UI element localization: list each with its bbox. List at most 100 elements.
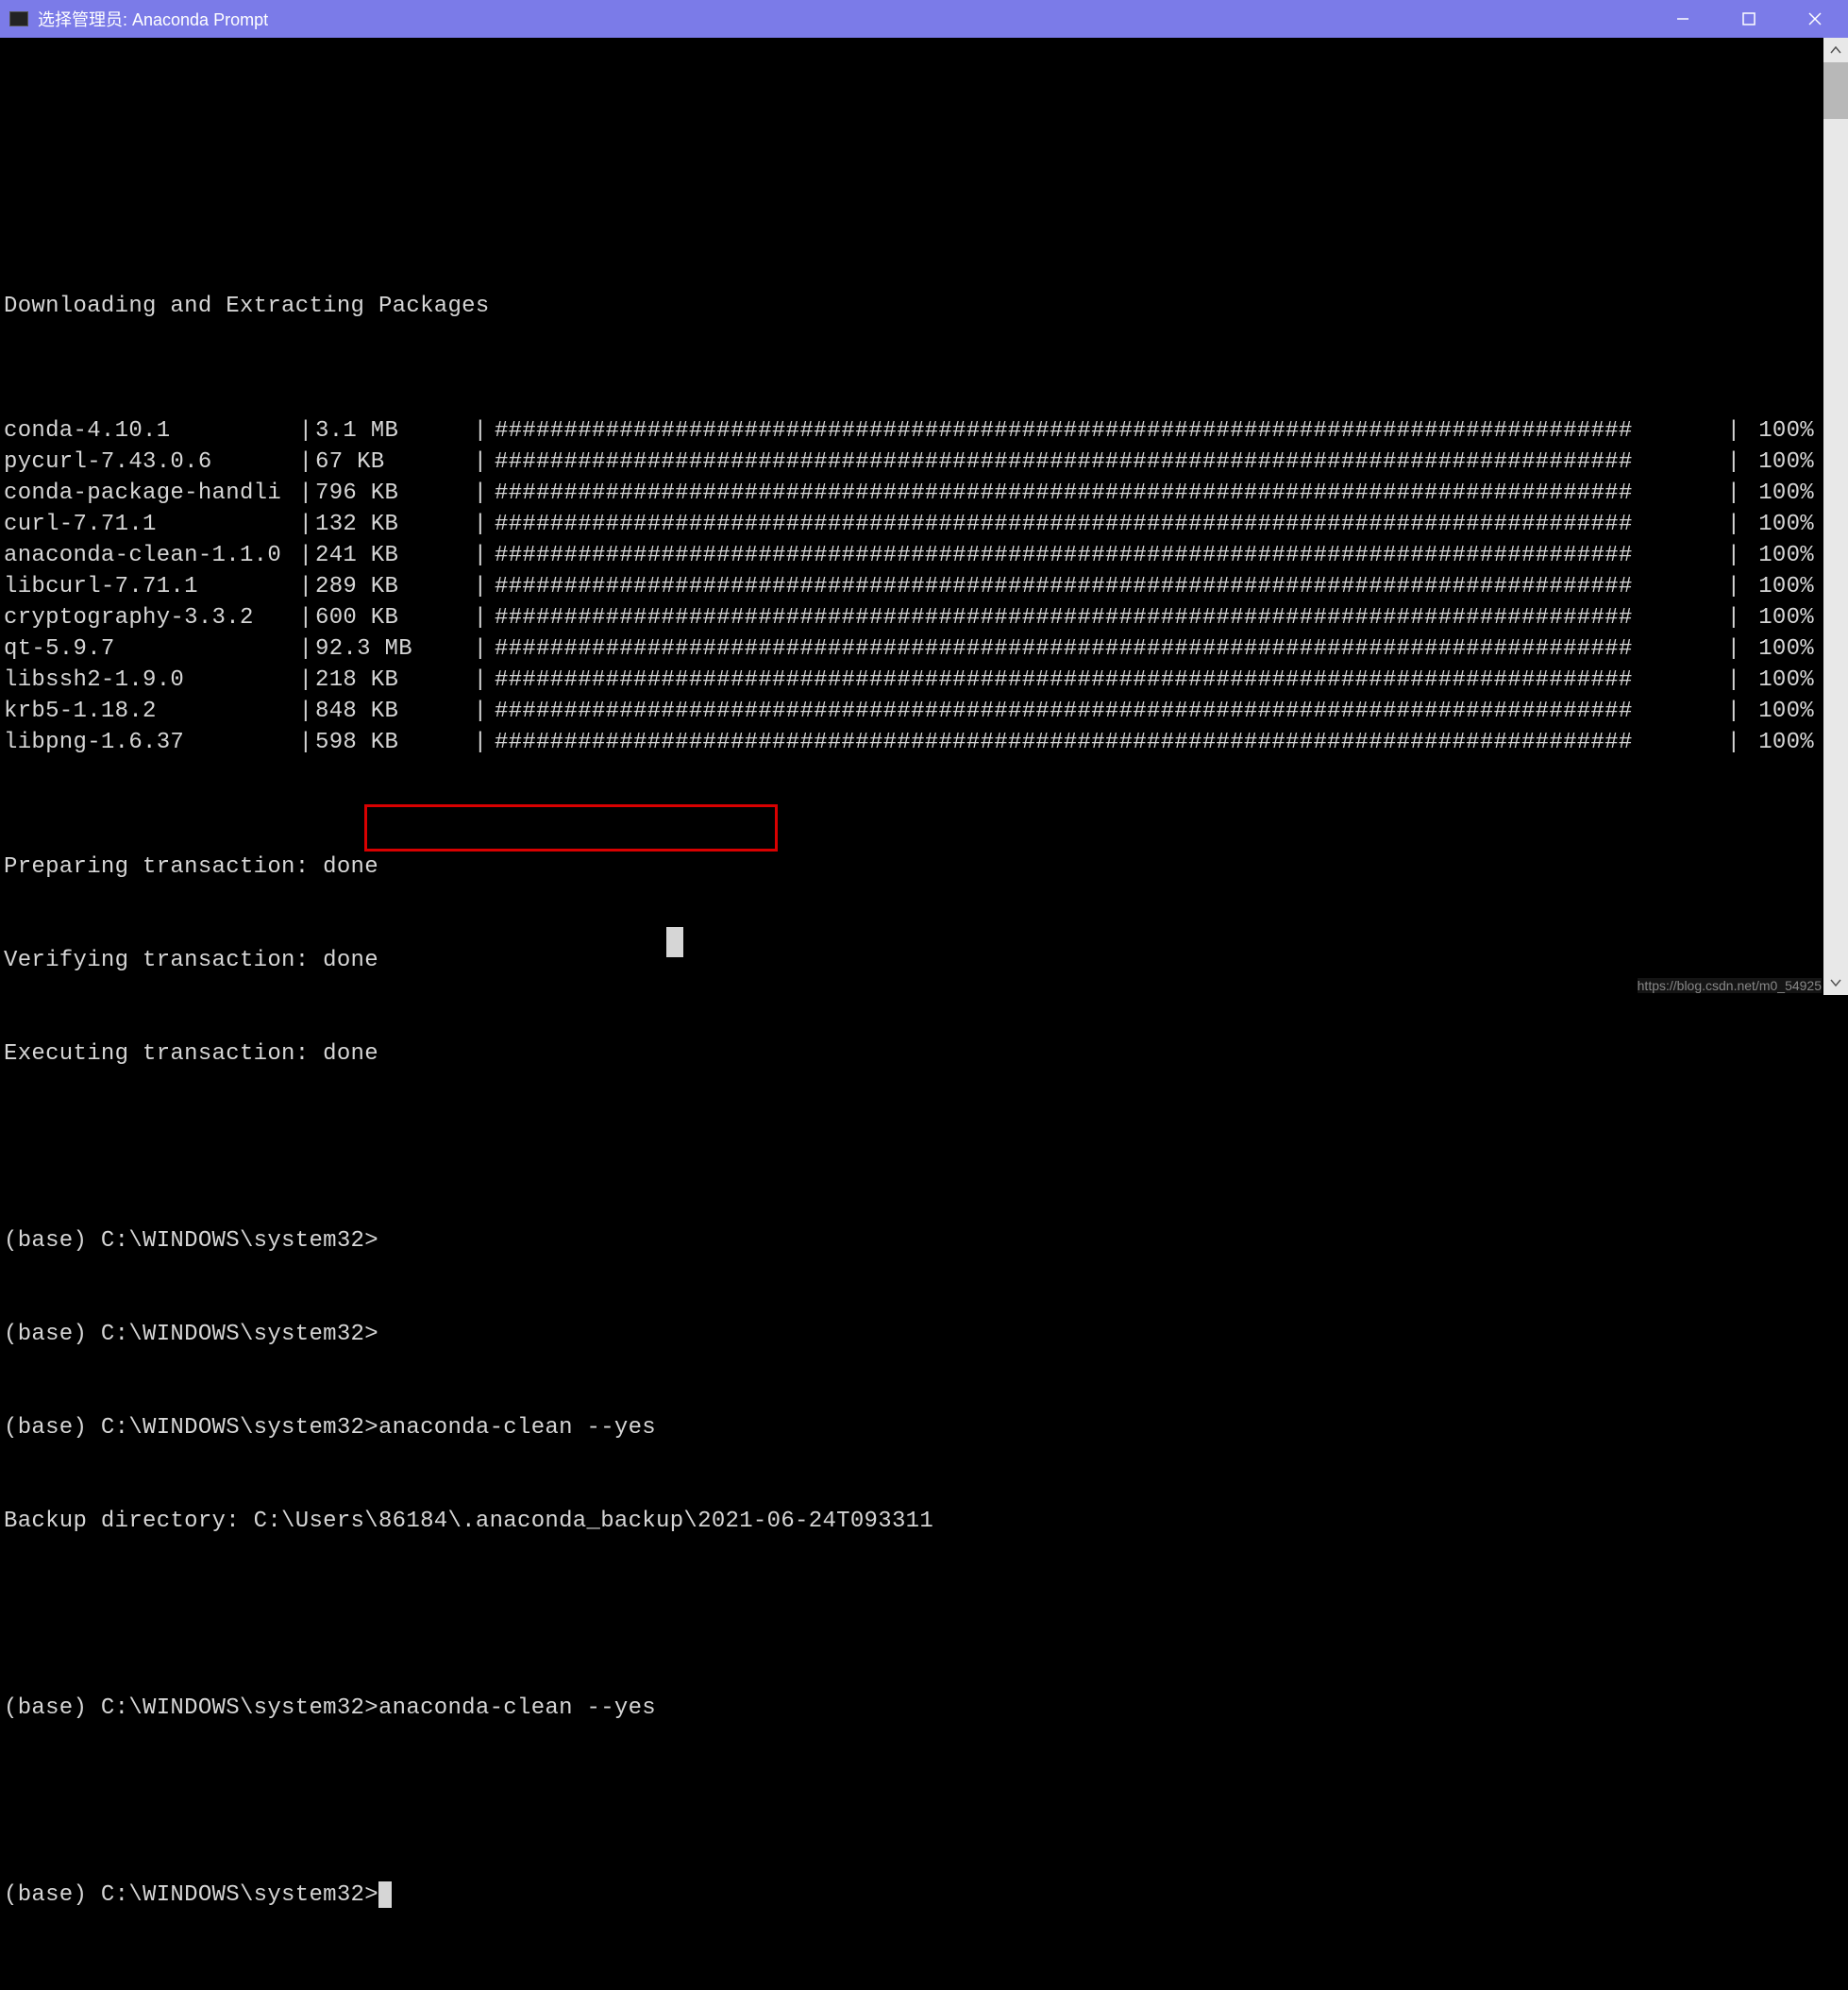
package-row: anaconda-clean-1.1.0|241 KB|############… xyxy=(4,540,1823,571)
package-row: libcurl-7.71.1|289 KB|##################… xyxy=(4,571,1823,602)
package-name: anaconda-clean-1.1.0 xyxy=(4,540,296,571)
terminal-wrap: Downloading and Extracting Packages cond… xyxy=(0,38,1848,995)
separator: | xyxy=(1724,696,1743,727)
package-row: libssh2-1.9.0|218 KB|###################… xyxy=(4,665,1823,696)
package-row: krb5-1.18.2|848 KB|#####################… xyxy=(4,696,1823,727)
package-name: qt-5.9.7 xyxy=(4,633,296,665)
package-size: 289 KB xyxy=(315,571,471,602)
scrollbar[interactable] xyxy=(1823,38,1848,995)
separator: | xyxy=(296,571,315,602)
package-name: pycurl-7.43.0.6 xyxy=(4,447,296,478)
package-name: curl-7.71.1 xyxy=(4,509,296,540)
progress-bar: ########################################… xyxy=(490,447,1724,478)
minimize-button[interactable] xyxy=(1650,0,1716,38)
titlebar[interactable]: 选择管理员: Anaconda Prompt xyxy=(0,0,1848,38)
progress-bar: ########################################… xyxy=(490,665,1724,696)
separator: | xyxy=(471,696,490,727)
progress-bar: ########################################… xyxy=(490,540,1724,571)
cursor xyxy=(378,1881,392,1908)
package-name: conda-package-handli xyxy=(4,478,296,509)
package-size: 598 KB xyxy=(315,727,471,758)
package-row: pycurl-7.43.0.6|67 KB|##################… xyxy=(4,447,1823,478)
separator: | xyxy=(296,478,315,509)
prompt-line: (base) C:\WINDOWS\system32>anaconda-clea… xyxy=(4,1693,1823,1724)
prompt-line: (base) C:\WINDOWS\system32>anaconda-clea… xyxy=(4,1412,1823,1443)
package-row: qt-5.9.7|92.3 MB|#######################… xyxy=(4,633,1823,665)
package-size: 241 KB xyxy=(315,540,471,571)
progress-bar: ########################################… xyxy=(490,727,1724,758)
separator: | xyxy=(471,665,490,696)
scroll-track[interactable] xyxy=(1823,62,1848,970)
separator: | xyxy=(1724,665,1743,696)
prompt-line: (base) C:\WINDOWS\system32> xyxy=(4,1880,1823,1911)
progress-bar: ########################################… xyxy=(490,571,1724,602)
package-name: krb5-1.18.2 xyxy=(4,696,296,727)
progress-percent: 100% xyxy=(1743,727,1823,758)
separator: | xyxy=(296,696,315,727)
progress-bar: ########################################… xyxy=(490,602,1724,633)
package-name: libpng-1.6.37 xyxy=(4,727,296,758)
separator: | xyxy=(1724,633,1743,665)
separator: | xyxy=(471,415,490,447)
package-size: 218 KB xyxy=(315,665,471,696)
progress-percent: 100% xyxy=(1743,478,1823,509)
progress-percent: 100% xyxy=(1743,633,1823,665)
separator: | xyxy=(471,478,490,509)
separator: | xyxy=(471,602,490,633)
maximize-button[interactable] xyxy=(1716,0,1782,38)
close-button[interactable] xyxy=(1782,0,1848,38)
prompt-line: (base) C:\WINDOWS\system32> xyxy=(4,1319,1823,1350)
separator: | xyxy=(296,415,315,447)
terminal[interactable]: Downloading and Extracting Packages cond… xyxy=(0,38,1823,995)
separator: | xyxy=(1724,478,1743,509)
package-size: 3.1 MB xyxy=(315,415,471,447)
progress-bar: ########################################… xyxy=(490,633,1724,665)
package-size: 600 KB xyxy=(315,602,471,633)
separator: | xyxy=(471,540,490,571)
package-size: 132 KB xyxy=(315,509,471,540)
progress-percent: 100% xyxy=(1743,540,1823,571)
watermark: https://blog.csdn.net/m0_54925 xyxy=(1638,978,1822,993)
progress-percent: 100% xyxy=(1743,415,1823,447)
stray-cursor xyxy=(666,927,683,957)
terminal-icon xyxy=(9,11,28,26)
separator: | xyxy=(471,571,490,602)
progress-percent: 100% xyxy=(1743,665,1823,696)
window-controls xyxy=(1650,0,1848,38)
preparing-line: Preparing transaction: done xyxy=(4,852,1823,883)
progress-bar: ########################################… xyxy=(490,509,1724,540)
package-name: conda-4.10.1 xyxy=(4,415,296,447)
separator: | xyxy=(1724,509,1743,540)
separator: | xyxy=(1724,571,1743,602)
scroll-down-button[interactable] xyxy=(1823,970,1848,995)
package-row: cryptography-3.3.2|600 KB|##############… xyxy=(4,602,1823,633)
package-size: 67 KB xyxy=(315,447,471,478)
package-size: 848 KB xyxy=(315,696,471,727)
progress-percent: 100% xyxy=(1743,602,1823,633)
separator: | xyxy=(296,633,315,665)
progress-percent: 100% xyxy=(1743,447,1823,478)
separator: | xyxy=(471,633,490,665)
package-row: conda-4.10.1|3.1 MB|####################… xyxy=(4,415,1823,447)
separator: | xyxy=(296,447,315,478)
separator: | xyxy=(1724,415,1743,447)
highlight-box xyxy=(364,804,778,852)
separator: | xyxy=(296,509,315,540)
progress-percent: 100% xyxy=(1743,696,1823,727)
package-row: libpng-1.6.37|598 KB|###################… xyxy=(4,727,1823,758)
scroll-up-button[interactable] xyxy=(1823,38,1848,62)
package-name: cryptography-3.3.2 xyxy=(4,602,296,633)
package-size: 796 KB xyxy=(315,478,471,509)
separator: | xyxy=(1724,447,1743,478)
separator: | xyxy=(296,602,315,633)
executing-line: Executing transaction: done xyxy=(4,1038,1823,1070)
separator: | xyxy=(296,665,315,696)
backup-line: Backup directory: C:\Users\86184\.anacon… xyxy=(4,1506,1823,1537)
scroll-thumb[interactable] xyxy=(1823,62,1848,119)
prompt-line: (base) C:\WINDOWS\system32> xyxy=(4,1225,1823,1256)
window-title: 选择管理员: Anaconda Prompt xyxy=(38,7,1650,31)
progress-percent: 100% xyxy=(1743,509,1823,540)
download-header: Downloading and Extracting Packages xyxy=(4,291,1823,322)
progress-bar: ########################################… xyxy=(490,415,1724,447)
separator: | xyxy=(471,509,490,540)
